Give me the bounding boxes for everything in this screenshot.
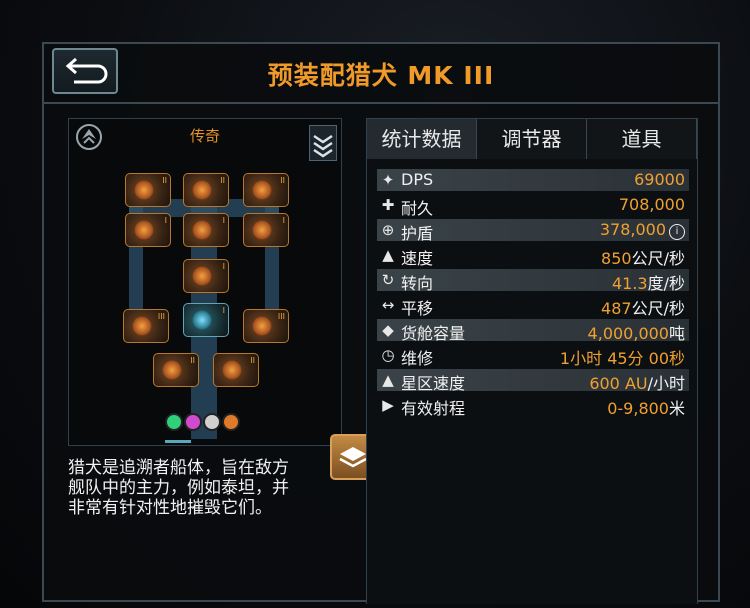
stat-number: 600 AU: [589, 374, 648, 393]
stat-label: 平移: [401, 299, 434, 318]
stat-unit: 公尺/秒: [631, 249, 685, 268]
module-slot[interactable]: III: [243, 309, 289, 343]
stat-label: 有效射程: [401, 399, 466, 418]
stat-number: 69000: [634, 170, 685, 189]
tier-toggle-button[interactable]: [309, 125, 337, 161]
selection-indicator: [165, 440, 191, 443]
description-line: 猎犬是追溯者船体，旨在敌方: [68, 458, 289, 478]
chevrons-icon: [313, 134, 333, 158]
stat-value: 0-9,800米: [607, 395, 685, 419]
stat-unit: /小时: [647, 374, 685, 393]
module-slot[interactable]: II: [125, 173, 171, 207]
module-slot[interactable]: I: [243, 213, 289, 247]
warp-icon: ▲: [382, 371, 394, 389]
stat-row: ◆ 货舱容量 4,000,000吨: [377, 319, 689, 344]
stat-row: ◷ 维修 1小时 45分 00秒: [377, 344, 689, 369]
description-line: 舰队中的主力，例如泰坦，并: [68, 478, 289, 498]
stat-number: 4,000,000: [587, 324, 669, 343]
stat-value: 378,000 i: [600, 220, 685, 240]
stat-row: ↔ 平移 487公尺/秒: [377, 294, 689, 319]
stat-label: 星区速度: [401, 374, 466, 393]
stat-row: ▶ 有效射程 0-9,800米: [377, 394, 689, 419]
title-bar: 预装配猎犬 MK III: [44, 44, 718, 104]
stat-row: ⊕ 护盾 378,000 i: [377, 219, 689, 243]
module-slot[interactable]: II: [243, 173, 289, 207]
shield-icon: ⊕: [381, 221, 395, 239]
stat-label: 货舱容量: [401, 324, 466, 343]
stat-value: 1小时 45分 00秒: [560, 345, 685, 369]
stat-number: 378,000: [599, 220, 666, 239]
module-slot[interactable]: II: [153, 353, 199, 387]
speed-icon: ▲: [382, 246, 394, 264]
ship-description: 猎犬是追溯者船体，旨在敌方 舰队中的主力，例如泰坦，并 非常有针对性地摧毁它们。: [68, 458, 368, 518]
repair-icon: ◷: [381, 346, 395, 364]
module-slot[interactable]: III: [123, 309, 169, 343]
loadout-color-dots: [165, 413, 241, 437]
armor-icon: ✚: [381, 196, 395, 214]
stat-unit: 公尺/秒: [631, 299, 685, 318]
stat-row: ✦ DPS 69000: [377, 169, 689, 191]
page-title: 预装配猎犬 MK III: [267, 61, 495, 90]
module-slot[interactable]: I: [183, 303, 229, 337]
stat-number: 487: [601, 299, 632, 318]
strafe-icon: ↔: [381, 296, 395, 314]
stat-value: 4,000,000吨: [588, 320, 685, 344]
tab-bar: 统计数据 调节器 道具: [367, 119, 697, 159]
stat-value: 69000: [634, 170, 685, 189]
orange-dot-icon[interactable]: [222, 413, 240, 431]
stat-row: ▲ 星区速度 600 AU/小时: [377, 369, 689, 394]
module-slot[interactable]: I: [125, 213, 171, 247]
stat-number: 1小时 45分 00秒: [559, 349, 685, 368]
stat-value: 708,000: [619, 195, 685, 214]
module-slot[interactable]: II: [213, 353, 259, 387]
module-slot[interactable]: I: [183, 213, 229, 247]
stat-number: 0-9,800: [607, 399, 669, 418]
stat-value: 850公尺/秒: [601, 245, 685, 269]
stat-unit: 米: [668, 399, 685, 418]
stat-value: 600 AU/小时: [589, 370, 685, 394]
stat-row: ✚ 耐久 708,000: [377, 194, 689, 218]
stat-number: 41.3: [611, 274, 648, 293]
stat-unit: 吨: [668, 324, 685, 343]
stat-label: 转向: [401, 274, 434, 293]
stat-value: 487公尺/秒: [601, 295, 685, 319]
stat-label: 耐久: [401, 199, 434, 218]
stat-label: 速度: [401, 249, 434, 268]
stat-number: 708,000: [618, 195, 685, 214]
tab-modifiers[interactable]: 调节器: [477, 119, 587, 159]
green-dot-icon[interactable]: [165, 413, 183, 431]
magenta-dot-icon[interactable]: [184, 413, 202, 431]
module-slot[interactable]: I: [183, 259, 229, 293]
turn-icon: ↻: [381, 271, 395, 289]
cargo-icon: ◆: [382, 321, 394, 339]
range-icon: ▶: [382, 396, 394, 414]
stat-number: 850: [601, 249, 632, 268]
info-icon[interactable]: i: [669, 224, 685, 240]
stat-unit: 度/秒: [647, 274, 685, 293]
stat-label: 护盾: [401, 224, 434, 243]
ship-layout-box: 传奇 II II II I I I I III I III II II: [68, 118, 342, 446]
rarity-label: 传奇: [189, 127, 220, 145]
stat-row: ▲ 速度 850公尺/秒: [377, 244, 689, 269]
description-line: 非常有针对性地摧毁它们。: [68, 498, 272, 518]
stats-box: 统计数据 调节器 道具 ✦ DPS 69000 ✚ 耐久 708,000 ⊕ 护盾 378,00…: [366, 118, 698, 604]
dps-icon: ✦: [381, 171, 395, 189]
stat-row: ↻ 转向 41.3度/秒: [377, 269, 689, 294]
stat-label: DPS: [401, 170, 434, 189]
stat-label: 维修: [401, 349, 434, 368]
module-slot[interactable]: II: [183, 173, 229, 207]
white-dot-icon[interactable]: [203, 413, 221, 431]
ship-details-panel: 预装配猎犬 MK III 传奇 II II II I I I I III I I…: [42, 42, 720, 604]
tab-items[interactable]: 道具: [587, 119, 697, 159]
stat-value: 41.3度/秒: [612, 270, 685, 294]
tab-stats[interactable]: 统计数据: [367, 119, 477, 159]
